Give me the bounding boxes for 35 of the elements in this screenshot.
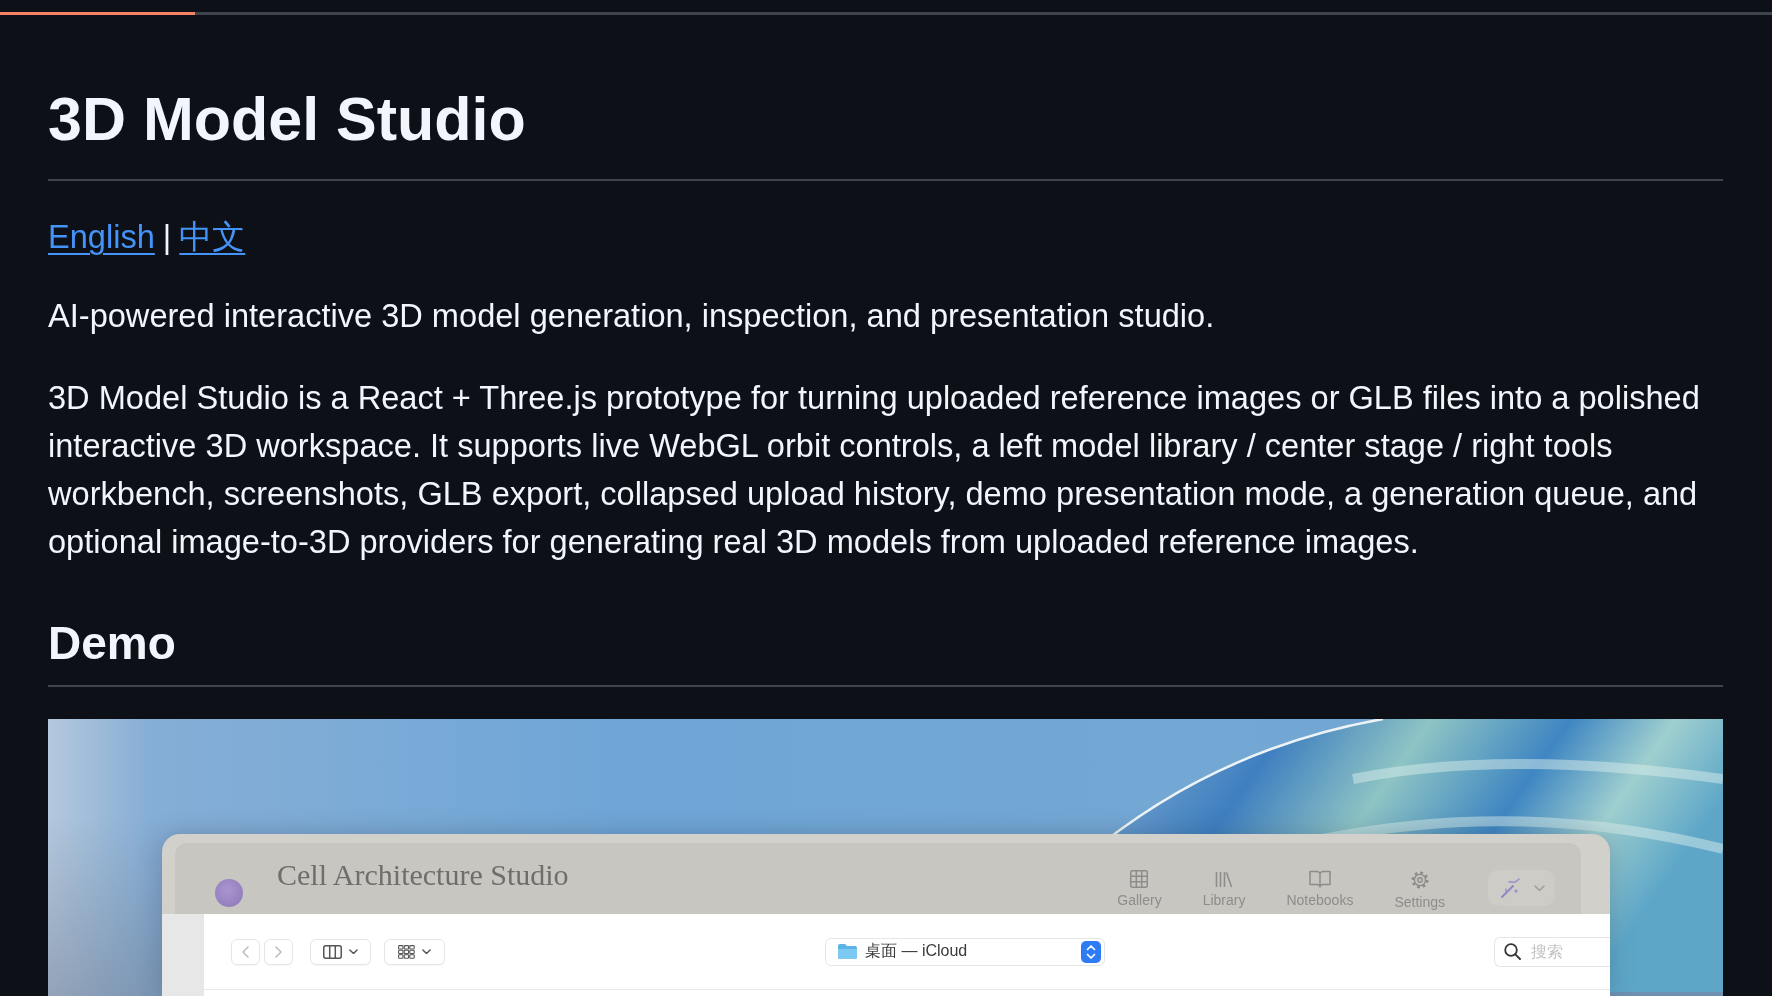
assistant-button[interactable] xyxy=(1488,870,1555,906)
chevron-down-icon xyxy=(349,948,358,955)
language-link[interactable]: 中文 xyxy=(179,213,246,261)
view-mode-button[interactable] xyxy=(310,938,371,965)
back-button[interactable] xyxy=(231,938,260,965)
wand-icon xyxy=(1500,877,1522,899)
toolbar-button[interactable]: Gallery xyxy=(1107,868,1172,911)
logo-icon xyxy=(215,879,243,907)
section-heading: Demo xyxy=(48,616,176,671)
dots-grid-icon xyxy=(398,944,415,959)
settings-icon xyxy=(1409,870,1430,890)
toolbar-button[interactable]: Notebooks xyxy=(1276,868,1364,911)
link-separator: | xyxy=(162,217,172,257)
tagline: AI-powered interactive 3D model generation, inspection, and presentation studio. xyxy=(48,296,1215,336)
columns-icon xyxy=(323,944,342,959)
page-title: 3D Model Studio xyxy=(48,84,526,155)
stepper-icon xyxy=(1081,940,1101,963)
language-link[interactable]: English xyxy=(48,213,155,261)
toolbar-button[interactable]: Library xyxy=(1192,868,1256,911)
location-popup[interactable]: 桌面 — iCloud xyxy=(825,937,1105,966)
chevron-right-icon xyxy=(275,945,282,958)
books-icon xyxy=(1215,870,1234,888)
description-paragraph: 3D Model Studio is a React + Three.js prototype for turning uploaded reference images or GLB files into a polished interactive 3D workspace. It supports live WebGL orbit controls, a left model library / center stage / right tools workbench, screenshots, GLB export, collapsed upload history, demo presentation mode, a generation queue, and optional image-to-3D providers for generating real 3D models from uploaded reference images. xyxy=(48,378,1701,562)
search-icon xyxy=(1504,942,1521,960)
search-field[interactable]: 搜索 xyxy=(1494,936,1610,967)
toolbar-button[interactable]: Settings xyxy=(1384,868,1455,911)
group-button[interactable] xyxy=(384,938,445,965)
grid-icon xyxy=(1130,870,1149,888)
folder-icon xyxy=(838,944,857,959)
open-book-icon xyxy=(1308,870,1331,888)
forward-button[interactable] xyxy=(264,938,293,965)
app-title: Cell Architecture Studio xyxy=(277,857,569,893)
chevron-down-icon xyxy=(422,948,431,955)
chevron-left-icon xyxy=(242,945,249,958)
chevron-down-icon xyxy=(1534,884,1545,892)
